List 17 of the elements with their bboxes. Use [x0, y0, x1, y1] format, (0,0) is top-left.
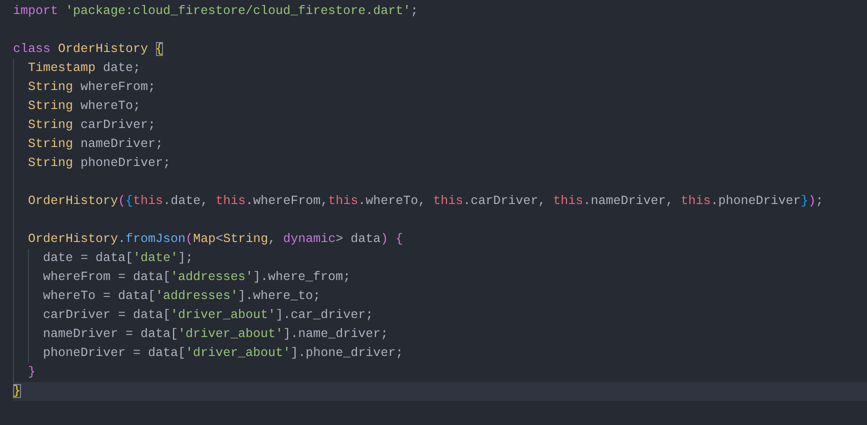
code-line: }: [28, 364, 37, 381]
code-line: carDriver = data['driver_about'].car_driver;: [43, 307, 374, 324]
code-line: whereTo = data['addresses'].where_to;: [43, 288, 322, 305]
code-line: OrderHistory.fromJson(Map<String, dynamic> data) {: [28, 231, 404, 248]
code-line: class OrderHistory {: [13, 41, 164, 58]
code-line: date = data['date'];: [43, 250, 194, 267]
code-line: String carDriver;: [28, 117, 157, 134]
code-line: OrderHistory({this.date, this.whereFrom,this.whereTo, this.carDriver, this.nameDriver, this.phoneDriver});: [28, 193, 824, 210]
code-line: whereFrom = data['addresses'].where_from;: [43, 269, 352, 286]
code-line: nameDriver = data['driver_about'].name_driver;: [43, 326, 390, 343]
code-line: String whereTo;: [28, 98, 142, 115]
code-line: String whereFrom;: [28, 79, 157, 96]
code-line: Timestamp date;: [28, 60, 142, 77]
code-line: String nameDriver;: [28, 136, 164, 153]
code-line: String phoneDriver;: [28, 155, 172, 172]
code-line: import 'package:cloud_firestore/cloud_firestore.dart';: [13, 3, 420, 20]
code-line: phoneDriver = data['driver_about'].phone_driver;: [43, 345, 404, 362]
